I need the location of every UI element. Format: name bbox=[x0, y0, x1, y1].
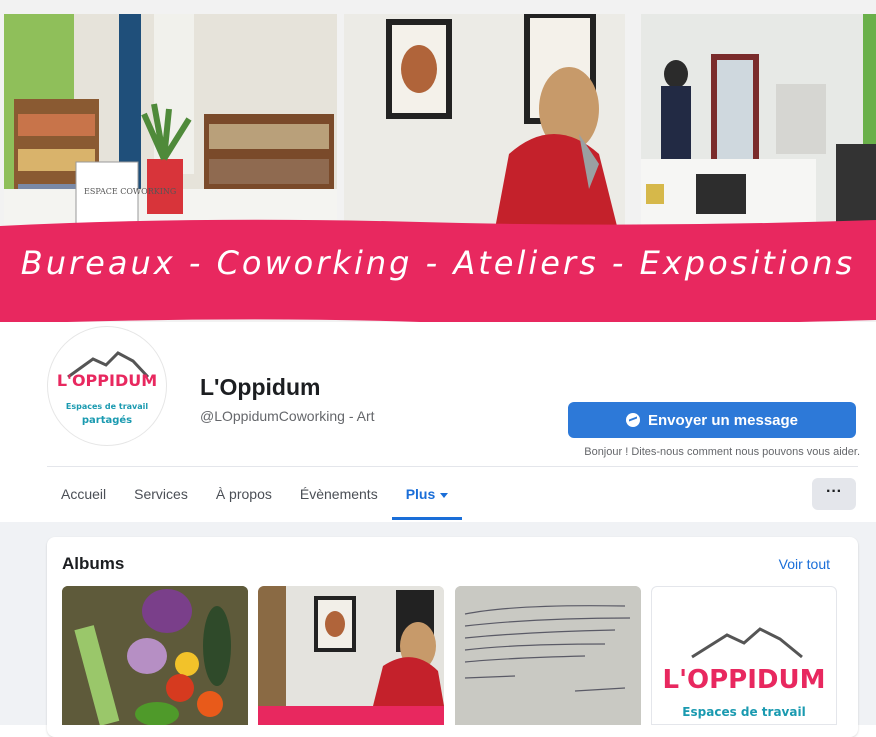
cover-photo-office bbox=[641, 14, 876, 234]
profile-avatar[interactable]: L'OPPIDUM Espaces de travail partagés bbox=[47, 326, 167, 446]
divider bbox=[47, 466, 858, 467]
album-logo-tagline: Espaces de travail bbox=[682, 705, 806, 719]
album-logo-name: L'OPPIDUM bbox=[662, 665, 826, 695]
tab-accueil[interactable]: Accueil bbox=[47, 468, 120, 520]
cover-photo-exhibition bbox=[344, 14, 625, 234]
coworking-sign: ESPACE COWORKING bbox=[84, 187, 176, 196]
page-tabs: Accueil Services À propos Évènements Plu… bbox=[47, 468, 462, 520]
cover-banner-text: Bureaux - Coworking - Ateliers - Exposit… bbox=[20, 244, 856, 282]
messenger-icon bbox=[625, 413, 640, 427]
cover-photo[interactable]: ESPACE COWORKING Bureaux - Coworking - A… bbox=[0, 0, 876, 322]
album-exhibition[interactable] bbox=[258, 586, 444, 725]
albums-title: Albums bbox=[62, 554, 125, 573]
tab-a-propos[interactable]: À propos bbox=[202, 468, 286, 520]
tab-plus-label: Plus bbox=[405, 486, 436, 502]
mountain-logo-icon bbox=[691, 627, 803, 659]
album-vegetables[interactable] bbox=[62, 586, 248, 725]
message-hint: Bonjour ! Dites-nous comment nous pouvon… bbox=[584, 446, 860, 458]
page-handle: @LOppidumCoworking - Art bbox=[200, 408, 375, 424]
logo-tagline-2: partagés bbox=[81, 415, 133, 426]
send-message-label: Envoyer un message bbox=[647, 411, 799, 429]
send-message-button[interactable]: Envoyer un message bbox=[568, 402, 856, 438]
album-whiteboard[interactable] bbox=[455, 586, 641, 725]
more-options-button[interactable]: ··· bbox=[812, 478, 856, 510]
logo-name: L'OPPIDUM bbox=[56, 371, 158, 390]
cover-photo-coworking: ESPACE COWORKING bbox=[4, 14, 337, 234]
album-logo[interactable]: L'OPPIDUM Espaces de travail bbox=[651, 586, 837, 725]
tab-services[interactable]: Services bbox=[120, 468, 202, 520]
caret-down-icon bbox=[440, 492, 449, 498]
logo-tagline: Espaces de travail bbox=[65, 402, 149, 411]
tab-evenements[interactable]: Évènements bbox=[286, 468, 392, 520]
page-name: L'Oppidum bbox=[200, 374, 321, 400]
see-all-link[interactable]: Voir tout bbox=[760, 556, 830, 572]
tab-plus[interactable]: Plus bbox=[391, 468, 463, 520]
